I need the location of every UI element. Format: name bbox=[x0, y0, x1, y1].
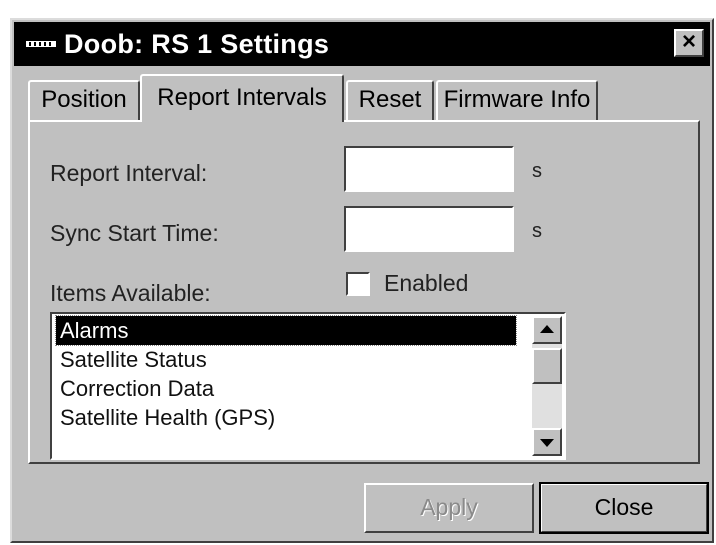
items-available-label: Items Available: bbox=[50, 280, 211, 306]
tab-firmware-info-label: Firmware Info bbox=[443, 86, 591, 113]
enabled-checkbox[interactable] bbox=[346, 272, 370, 296]
report-interval-unit: s bbox=[532, 160, 542, 182]
sync-start-time-unit: s bbox=[532, 220, 542, 242]
tab-firmware-info[interactable]: Firmware Info bbox=[436, 80, 598, 120]
sync-start-time-label: Sync Start Time: bbox=[50, 220, 219, 246]
app-icon bbox=[26, 41, 56, 47]
sync-start-time-input[interactable] bbox=[344, 206, 514, 252]
apply-button-label: Apply bbox=[420, 494, 478, 520]
report-interval-input[interactable] bbox=[344, 146, 514, 192]
tab-position[interactable]: Position bbox=[28, 80, 140, 120]
tab-report-intervals-label: Report Intervals bbox=[157, 84, 327, 111]
tab-position-label: Position bbox=[41, 86, 127, 113]
enabled-label[interactable]: Enabled bbox=[384, 270, 468, 297]
report-interval-label: Report Interval: bbox=[50, 160, 208, 186]
tab-reset[interactable]: Reset bbox=[346, 80, 434, 120]
settings-window: Doob: RS 1 Settings × Position Report In… bbox=[10, 18, 714, 543]
tab-reset-label: Reset bbox=[358, 86, 422, 113]
tab-panel: Report Interval: s Sync Start Time: s It… bbox=[28, 120, 700, 464]
close-button[interactable]: Close bbox=[539, 482, 709, 534]
window-title: Doob: RS 1 Settings bbox=[64, 29, 330, 59]
title-bar[interactable]: Doob: RS 1 Settings × bbox=[14, 22, 710, 66]
apply-button[interactable]: Apply bbox=[364, 483, 534, 533]
tab-report-intervals[interactable]: Report Intervals bbox=[140, 74, 344, 122]
close-button-label: Close bbox=[594, 494, 654, 520]
close-window-button[interactable]: × bbox=[674, 29, 704, 57]
close-icon: × bbox=[681, 28, 696, 55]
